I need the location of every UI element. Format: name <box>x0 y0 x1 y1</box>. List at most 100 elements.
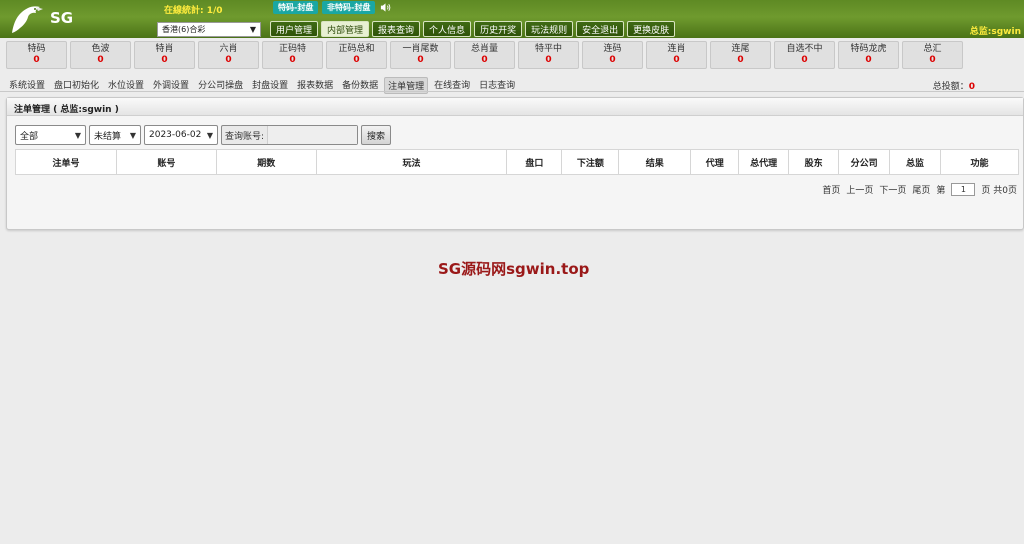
lottery-select-value: 香港(6)合彩 <box>162 25 206 34</box>
stat-label: 自选不中 <box>786 44 823 54</box>
type-select-value: 全部 <box>20 131 39 142</box>
divider <box>0 91 1024 92</box>
tab-logout[interactable]: 安全退出 <box>576 21 625 37</box>
account-search: 查询账号: <box>221 125 359 145</box>
stat-label: 正码特 <box>278 44 306 54</box>
col-general-agent: 总代理 <box>738 149 790 175</box>
stat-box-six-zodiac[interactable]: 六肖 0 <box>198 41 259 69</box>
col-director: 总监 <box>889 149 941 175</box>
tab-game-rules[interactable]: 玩法规则 <box>525 21 574 37</box>
stat-value: 0 <box>865 55 872 65</box>
stat-label: 一肖尾数 <box>402 44 439 54</box>
stat-label: 连尾 <box>731 44 750 54</box>
stat-label: 特码 <box>27 44 46 54</box>
search-button[interactable]: 搜索 <box>361 125 392 145</box>
stat-value: 0 <box>929 55 936 65</box>
stat-box-regular-special[interactable]: 正码特 0 <box>262 41 323 69</box>
type-select[interactable]: 全部 ▼ <box>15 125 86 145</box>
badge-special-closed: 特码-封盘 <box>273 1 319 14</box>
col-account: 账号 <box>115 149 217 175</box>
tab-change-skin[interactable]: 更换皮肤 <box>627 21 676 37</box>
bet-table: 注单号 账号 期数 玩法 盘口 下注额 结果 代理 总代理 股东 分公司 总监 … <box>15 149 1020 175</box>
stat-value: 0 <box>801 55 808 65</box>
stat-box-zodiac-tail[interactable]: 一肖尾数 0 <box>390 41 451 69</box>
stat-row: 特码 0 色波 0 特肖 0 六肖 0 正码特 0 正码总和 0 一肖尾数 0 总肖量 0 特平… <box>6 41 963 69</box>
stat-box-linked-zodiac[interactable]: 连肖 0 <box>646 41 707 69</box>
tab-draw-history[interactable]: 历史开奖 <box>474 21 523 37</box>
date-select-value: 2023-06-02 <box>149 130 202 140</box>
pager-next[interactable]: 下一页 <box>879 183 906 196</box>
tab-personal-info[interactable]: 个人信息 <box>423 21 472 37</box>
stat-box-color-wave[interactable]: 色波 0 <box>70 41 131 69</box>
chevron-down-icon: ▼ <box>206 130 213 140</box>
logo-text: SG <box>50 9 74 27</box>
status-select[interactable]: 未结算 ▼ <box>89 125 141 145</box>
col-bet-amount: 下注额 <box>561 149 620 175</box>
col-period: 期数 <box>215 149 317 175</box>
stat-value: 0 <box>353 55 360 65</box>
stat-label: 总汇 <box>923 44 942 54</box>
col-shareholder: 股东 <box>788 149 840 175</box>
stat-value: 0 <box>481 55 488 65</box>
stat-box-special-code[interactable]: 特码 0 <box>6 41 67 69</box>
stat-box-linked-tail[interactable]: 连尾 0 <box>710 41 771 69</box>
stat-box-special-flat[interactable]: 特平中 0 <box>518 41 579 69</box>
bet-management-panel: 注单管理 ( 总监:sgwin ) 全部 ▼ 未结算 ▼ 2023-06-02 … <box>6 97 1024 230</box>
stat-box-total-zodiac[interactable]: 总肖量 0 <box>454 41 515 69</box>
col-agent: 代理 <box>690 149 740 175</box>
stat-label: 特平中 <box>534 44 562 54</box>
col-market: 盘口 <box>506 149 563 175</box>
stat-box-linked-code[interactable]: 连码 0 <box>582 41 643 69</box>
stat-label: 色波 <box>91 44 110 54</box>
stat-label: 特码龙虎 <box>850 44 887 54</box>
admin-label: 总监:sgwin <box>969 27 1021 37</box>
main-nav: 用户管理 内部管理 报表查询 个人信息 历史开奖 玩法规则 安全退出 更换皮肤 <box>270 21 676 37</box>
col-branch: 分公司 <box>838 149 891 175</box>
pager-first[interactable]: 首页 <box>822 183 840 196</box>
stat-box-summary[interactable]: 总汇 0 <box>902 41 963 69</box>
top-header: SG 在線統計: 1/0 特码-封盘 非特码-封盘 香港(6)合彩 ▼ 用户管理… <box>0 0 1024 38</box>
stat-label: 总肖量 <box>470 44 498 54</box>
pager-page-prefix: 第 <box>936 186 946 196</box>
stat-value: 0 <box>97 55 104 65</box>
lottery-select[interactable]: 香港(6)合彩 ▼ <box>157 22 261 37</box>
sound-icon[interactable] <box>380 2 391 13</box>
chevron-down-icon: ▼ <box>249 25 256 34</box>
stat-value: 0 <box>289 55 296 65</box>
account-search-input[interactable] <box>267 126 358 144</box>
stat-value: 0 <box>417 55 424 65</box>
stat-box-regular-sum[interactable]: 正码总和 0 <box>326 41 387 69</box>
stat-label: 特肖 <box>155 44 174 54</box>
pager-page-suffix: 页 共0页 <box>981 186 1017 196</box>
filter-row: 全部 ▼ 未结算 ▼ 2023-06-02 ▼ 查询账号: 搜索 <box>15 125 392 145</box>
table-header-row: 注单号 账号 期数 玩法 盘口 下注额 结果 代理 总代理 股东 分公司 总监 … <box>15 149 1020 175</box>
stat-label: 正码总和 <box>338 44 375 54</box>
col-play: 玩法 <box>315 149 508 175</box>
status-select-value: 未结算 <box>94 131 122 142</box>
stat-value: 0 <box>545 55 552 65</box>
panel-title: 注单管理 ( 总监:sgwin ) <box>7 98 1023 116</box>
stat-value: 0 <box>225 55 232 65</box>
stat-value: 0 <box>609 55 616 65</box>
stat-box-special-zodiac[interactable]: 特肖 0 <box>134 41 195 69</box>
stat-value: 0 <box>737 55 744 65</box>
date-select[interactable]: 2023-06-02 ▼ <box>144 125 218 145</box>
stat-value: 0 <box>33 55 40 65</box>
eagle-logo-icon <box>12 6 43 34</box>
stat-label: 六肖 <box>219 44 238 54</box>
col-function: 功能 <box>939 149 1020 175</box>
tab-internal-management[interactable]: 内部管理 <box>321 21 370 37</box>
tab-user-management[interactable]: 用户管理 <box>270 21 319 37</box>
stat-value: 0 <box>161 55 168 65</box>
stat-box-dragon-tiger[interactable]: 特码龙虎 0 <box>838 41 899 69</box>
badge-nonspecial-closed: 非特码-封盘 <box>322 1 376 14</box>
stat-label: 连码 <box>603 44 622 54</box>
stat-label: 连肖 <box>667 44 686 54</box>
pagination: 首页 上一页 下一页 尾页 第 1 页 共0页 <box>822 183 1017 196</box>
chevron-down-icon: ▼ <box>129 130 136 140</box>
tab-report-query[interactable]: 报表查询 <box>372 21 421 37</box>
pager-prev[interactable]: 上一页 <box>846 183 873 196</box>
pager-last[interactable]: 尾页 <box>912 183 930 196</box>
stat-box-self-select[interactable]: 自选不中 0 <box>774 41 835 69</box>
page-number-input[interactable]: 1 <box>951 183 976 196</box>
